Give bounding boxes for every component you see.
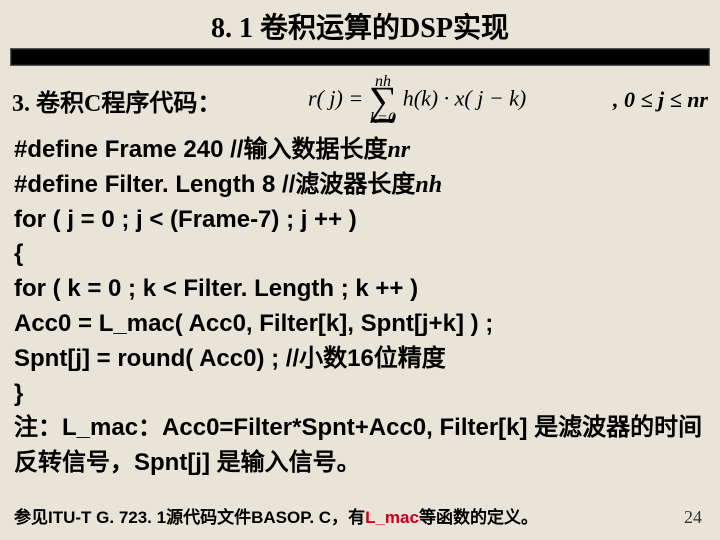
code-line-3: for ( j = 0 ; j < (Frame-7) ; j ++ ) [14,203,706,238]
formula-lhs: r( j) = [308,86,363,111]
header-row: 3. 卷积C程序代码： r( j) = nh ∑ k=0 h(k) · x( j… [0,66,720,129]
code-line-8: } [14,377,706,412]
code-line-4: { [14,237,706,272]
page-number: 24 [684,507,702,528]
code-line-6: Acc0 = L_mac( Acc0, Filter[k], Spnt[j+k]… [14,307,706,342]
code-line-2: #define Filter. Length 8 //滤波器长度nh [14,168,706,203]
code-line-1: #define Frame 240 //输入数据长度nr [14,133,706,168]
sum-lower: k=0 [369,111,398,127]
title-underline-bar [10,48,710,66]
code-note: 注：L_mac：Acc0=Filter*Spnt+Acc0, Filter[k]… [14,411,706,481]
slide-title-wrap: 8. 1 卷积运算的DSP实现 [0,0,720,66]
slide-title: 8. 1 卷积运算的DSP实现 [211,6,509,46]
footnote: 参见ITU-T G. 723. 1源代码文件BASOP. C，有L_mac等函数… [14,503,538,528]
formula-rhs: h(k) · x( j − k) [403,86,527,111]
convolution-formula: r( j) = nh ∑ k=0 h(k) · x( j − k) [308,74,526,127]
code-line-5: for ( k = 0 ; k < Filter. Length ; k ++ … [14,272,706,307]
index-range: , 0 ≤ j ≤ nr [613,87,708,113]
code-line-7: Spnt[j] = round( Acc0) ; //小数16位精度 [14,342,706,377]
code-block: #define Frame 240 //输入数据长度nr #define Fil… [0,129,720,481]
section-heading: 3. 卷积C程序代码： [12,83,221,118]
